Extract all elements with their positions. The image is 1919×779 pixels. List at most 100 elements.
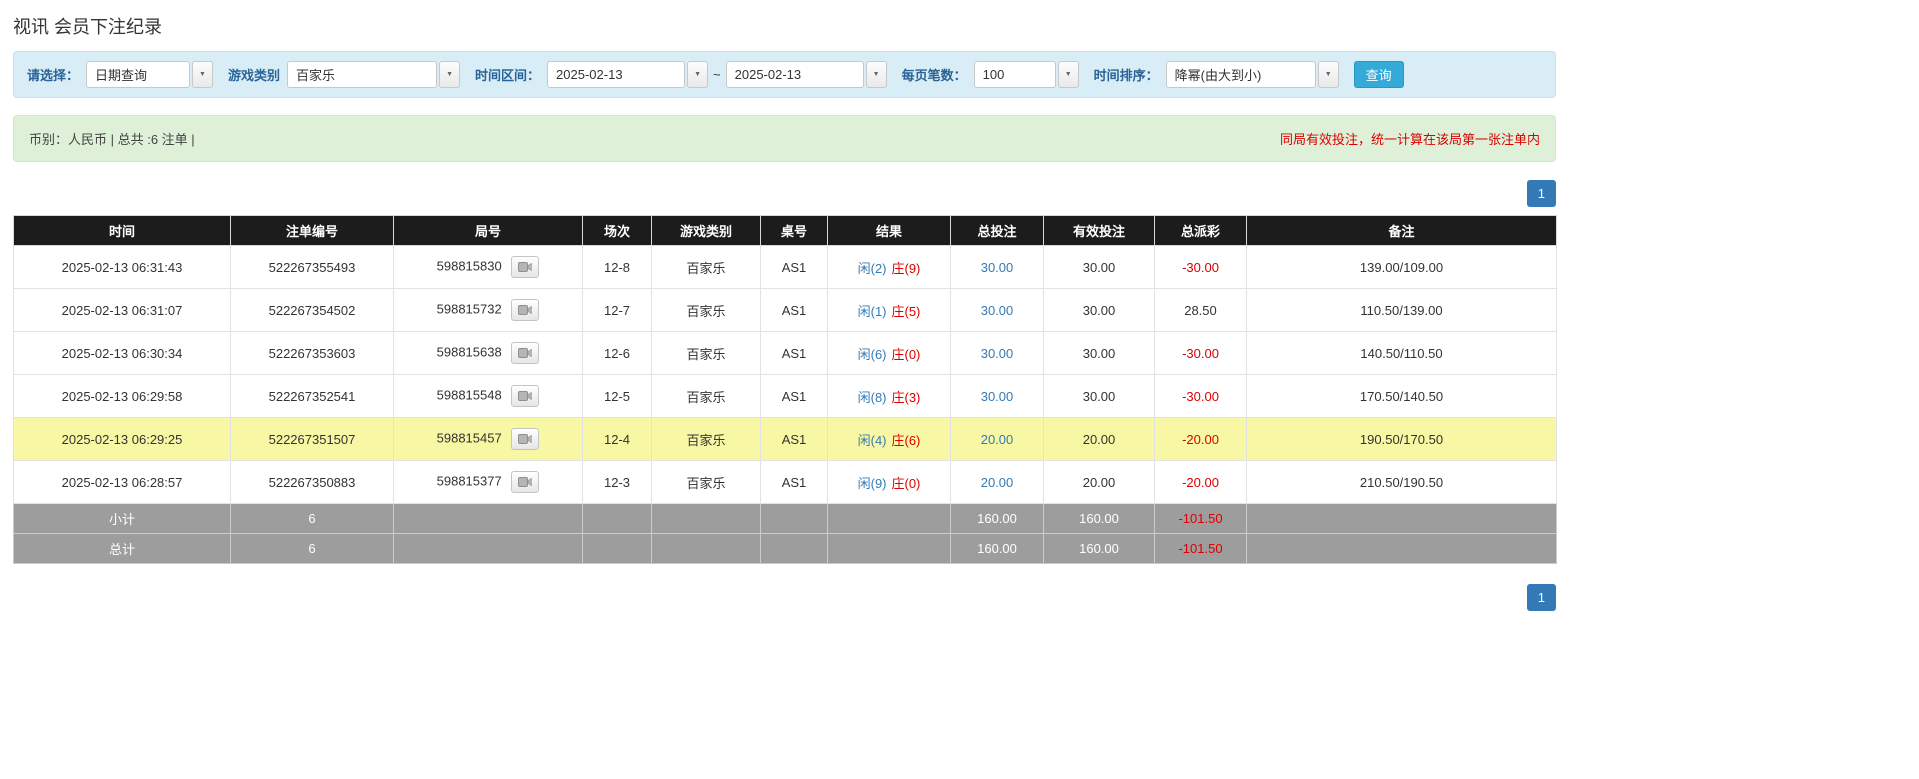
sort-value[interactable]: 降幂(由大到小) <box>1166 61 1316 88</box>
date-to-value[interactable]: 2025-02-13 <box>726 61 864 88</box>
table-no-cell: AS1 <box>761 332 828 375</box>
total-total-bet-cell: 160.00 <box>951 534 1044 564</box>
total-bet-link[interactable]: 20.00 <box>981 432 1014 447</box>
total-bet-cell: 30.00 <box>951 246 1044 289</box>
page-button[interactable]: 1 <box>1527 584 1556 611</box>
round-cell: 598815638 <box>394 332 583 375</box>
filter-bar: 请选择： 日期查询 ▼ 游戏类别 百家乐 ▼ 时间区间： 2025-02-13 … <box>13 51 1556 98</box>
empty-cell <box>583 534 652 564</box>
total-count-cell: 6 <box>231 534 394 564</box>
game-type-cell: 百家乐 <box>652 418 761 461</box>
session-cell: 12-7 <box>583 289 652 332</box>
banker-result: 庄(5) <box>892 304 921 319</box>
page-size-dropdown[interactable]: 100 ▼ <box>974 61 1079 88</box>
round-cell: 598815548 <box>394 375 583 418</box>
total-bet-link[interactable]: 30.00 <box>981 389 1014 404</box>
empty-cell <box>652 504 761 534</box>
empty-cell <box>761 534 828 564</box>
result-cell: 闲(2)庄(9) <box>828 246 951 289</box>
pagination-bottom: 1 <box>13 584 1556 611</box>
total-valid-bet-cell: 160.00 <box>1044 534 1155 564</box>
total-bet-link[interactable]: 30.00 <box>981 260 1014 275</box>
game-type-cell: 百家乐 <box>652 246 761 289</box>
subtotal-row: 小计 6 160.00 160.00 -101.50 <box>14 504 1557 534</box>
total-bet-link[interactable]: 20.00 <box>981 475 1014 490</box>
chevron-down-icon[interactable]: ▼ <box>866 61 887 88</box>
game-result-button[interactable] <box>511 385 539 407</box>
video-icon <box>518 433 532 445</box>
empty-cell <box>394 534 583 564</box>
player-result: 闲(2) <box>858 261 887 276</box>
bet-id-cell: 522267351507 <box>231 418 394 461</box>
round-number: 598815548 <box>437 387 502 402</box>
time-cell: 2025-02-13 06:29:25 <box>14 418 231 461</box>
total-bet-cell: 20.00 <box>951 461 1044 504</box>
subtotal-label-cell: 小计 <box>14 504 231 534</box>
chevron-down-icon[interactable]: ▼ <box>687 61 708 88</box>
table-row: 2025-02-13 06:29:58 522267352541 5988155… <box>14 375 1557 418</box>
session-cell: 12-5 <box>583 375 652 418</box>
chevron-down-icon[interactable]: ▼ <box>192 61 213 88</box>
player-result: 闲(4) <box>858 433 887 448</box>
remark-cell: 139.00/109.00 <box>1247 246 1557 289</box>
chevron-down-icon[interactable]: ▼ <box>1058 61 1079 88</box>
banker-result: 庄(3) <box>892 390 921 405</box>
bet-id-cell: 522267353603 <box>231 332 394 375</box>
round-number: 598815457 <box>437 430 502 445</box>
total-bet-link[interactable]: 30.00 <box>981 346 1014 361</box>
bets-table: 时间 注单编号 局号 场次 游戏类别 桌号 结果 总投注 有效投注 总派彩 备注… <box>13 215 1557 564</box>
select-type-value[interactable]: 日期查询 <box>86 61 190 88</box>
column-header-session: 场次 <box>583 216 652 246</box>
column-header-result: 结果 <box>828 216 951 246</box>
table-row: 2025-02-13 06:31:07 522267354502 5988157… <box>14 289 1557 332</box>
sort-dropdown[interactable]: 降幂(由大到小) ▼ <box>1166 61 1339 88</box>
date-from-picker[interactable]: 2025-02-13 ▼ <box>547 61 708 88</box>
game-result-button[interactable] <box>511 342 539 364</box>
time-cell: 2025-02-13 06:31:07 <box>14 289 231 332</box>
valid-bet-cell: 30.00 <box>1044 246 1155 289</box>
game-result-button[interactable] <box>511 256 539 278</box>
time-cell: 2025-02-13 06:29:58 <box>14 375 231 418</box>
valid-bet-cell: 20.00 <box>1044 418 1155 461</box>
payout-cell: -20.00 <box>1155 418 1247 461</box>
remark-cell: 170.50/140.50 <box>1247 375 1557 418</box>
game-result-button[interactable] <box>511 299 539 321</box>
payout-cell: 28.50 <box>1155 289 1247 332</box>
select-type-label: 请选择： <box>27 65 79 84</box>
search-button[interactable]: 查询 <box>1354 61 1404 88</box>
summary-bar: 币别：人民币 | 总共 :6 注单 | 同局有效投注，统一计算在该局第一张注单内 <box>13 115 1556 162</box>
time-cell: 2025-02-13 06:30:34 <box>14 332 231 375</box>
currency-summary-text: 币别：人民币 | 总共 :6 注单 | <box>29 129 195 148</box>
total-row: 总计 6 160.00 160.00 -101.50 <box>14 534 1557 564</box>
table-body: 2025-02-13 06:31:43 522267355493 5988158… <box>14 246 1557 504</box>
select-type-dropdown[interactable]: 日期查询 ▼ <box>86 61 213 88</box>
session-cell: 12-8 <box>583 246 652 289</box>
chevron-down-icon[interactable]: ▼ <box>1318 61 1339 88</box>
total-bet-cell: 20.00 <box>951 418 1044 461</box>
summary-body: 小计 6 160.00 160.00 -101.50 总计 6 <box>14 504 1557 564</box>
valid-bet-cell: 30.00 <box>1044 332 1155 375</box>
chevron-down-icon[interactable]: ▼ <box>439 61 460 88</box>
result-cell: 闲(6)庄(0) <box>828 332 951 375</box>
page-size-value[interactable]: 100 <box>974 61 1056 88</box>
game-result-button[interactable] <box>511 428 539 450</box>
valid-bet-cell: 30.00 <box>1044 375 1155 418</box>
remark-cell: 140.50/110.50 <box>1247 332 1557 375</box>
player-result: 闲(9) <box>858 476 887 491</box>
round-cell: 598815732 <box>394 289 583 332</box>
date-to-picker[interactable]: 2025-02-13 ▼ <box>726 61 887 88</box>
game-type-value[interactable]: 百家乐 <box>287 61 437 88</box>
round-number: 598815830 <box>437 258 502 273</box>
date-from-value[interactable]: 2025-02-13 <box>547 61 685 88</box>
empty-cell <box>652 534 761 564</box>
game-result-button[interactable] <box>511 471 539 493</box>
round-number: 598815732 <box>437 301 502 316</box>
round-number: 598815377 <box>437 473 502 488</box>
game-type-dropdown[interactable]: 百家乐 ▼ <box>287 61 460 88</box>
payout-cell: -20.00 <box>1155 461 1247 504</box>
total-bet-link[interactable]: 30.00 <box>981 303 1014 318</box>
payout-cell: -30.00 <box>1155 246 1247 289</box>
round-number: 598815638 <box>437 344 502 359</box>
player-result: 闲(1) <box>858 304 887 319</box>
page-button[interactable]: 1 <box>1527 180 1556 207</box>
